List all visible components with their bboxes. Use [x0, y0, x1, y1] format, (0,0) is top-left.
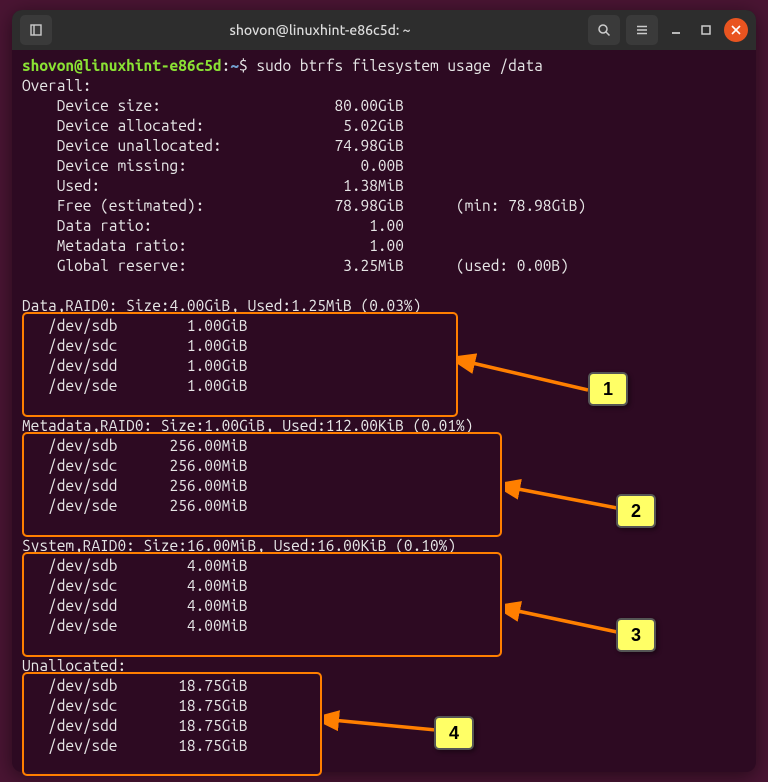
overall-row: Data ratio: 1.00 — [22, 217, 404, 234]
callout-4: 4 — [434, 716, 474, 750]
section-dev-row: /dev/sdb 18.75GiB — [22, 677, 248, 694]
minimize-button[interactable] — [664, 18, 688, 42]
overall-row: Used: 1.38MiB — [22, 177, 404, 194]
window-title: shovon@linuxhint-e86c5d: ~ — [230, 22, 411, 38]
titlebar: shovon@linuxhint-e86c5d: ~ — [12, 10, 756, 50]
section-dev-row: /dev/sdd 18.75GiB — [22, 717, 248, 734]
callout-1: 1 — [588, 372, 628, 406]
overall-row: Device unallocated: 74.98GiB — [22, 137, 404, 154]
section-header: System,RAID0: Size:16.00MiB, Used:16.00K… — [22, 537, 456, 554]
hamburger-icon — [635, 23, 649, 37]
overall-header: Overall: — [22, 77, 91, 94]
overall-row: Device size: 80.00GiB — [22, 97, 404, 114]
overall-row: Free (estimated): 78.98GiB (min: 78.98Gi… — [22, 197, 586, 214]
section-dev-row: /dev/sdd 4.00MiB — [22, 597, 248, 614]
new-tab-button[interactable] — [20, 15, 52, 45]
terminal-body[interactable]: shovon@linuxhint-e86c5d:~$ sudo btrfs fi… — [12, 50, 756, 772]
section-dev-row: /dev/sde 1.00GiB — [22, 377, 248, 394]
overall-row: Device missing: 0.00B — [22, 157, 404, 174]
maximize-icon — [700, 24, 712, 36]
section-dev-row: /dev/sdb 4.00MiB — [22, 557, 248, 574]
prompt-userhost: shovon@linuxhint-e86c5d — [22, 57, 222, 74]
section-dev-row: /dev/sdd 256.00MiB — [22, 477, 248, 494]
prompt-path: ~ — [230, 57, 239, 74]
section-dev-row: /dev/sdc 4.00MiB — [22, 577, 248, 594]
section-dev-row: /dev/sdb 1.00GiB — [22, 317, 248, 334]
section-dev-row: /dev/sdc 256.00MiB — [22, 457, 248, 474]
maximize-button[interactable] — [694, 18, 718, 42]
section-header: Data,RAID0: Size:4.00GiB, Used:1.25MiB (… — [22, 297, 421, 314]
menu-button[interactable] — [626, 15, 658, 45]
overall-row: Global reserve: 3.25MiB (used: 0.00B) — [22, 257, 569, 274]
callout-3: 3 — [616, 618, 656, 652]
close-button[interactable] — [724, 18, 748, 42]
section-dev-row: /dev/sdc 18.75GiB — [22, 697, 248, 714]
section-dev-row: /dev/sdb 256.00MiB — [22, 437, 248, 454]
terminal-window: shovon@linuxhint-e86c5d: ~ shovon@linuxh… — [12, 10, 756, 772]
section-header: Metadata,RAID0: Size:1.00GiB, Used:112.0… — [22, 417, 473, 434]
close-icon — [731, 25, 741, 35]
callout-2: 2 — [616, 494, 656, 528]
command-text: sudo btrfs filesystem usage /data — [256, 57, 542, 74]
overall-row: Device allocated: 5.02GiB — [22, 117, 404, 134]
section-dev-row: /dev/sde 4.00MiB — [22, 617, 248, 634]
section-dev-row: /dev/sde 18.75GiB — [22, 737, 248, 754]
overall-row: Metadata ratio: 1.00 — [22, 237, 404, 254]
section-header: Unallocated: — [22, 657, 126, 674]
minimize-icon — [670, 24, 682, 36]
section-dev-row: /dev/sdc 1.00GiB — [22, 337, 248, 354]
search-icon — [597, 23, 611, 37]
search-button[interactable] — [588, 15, 620, 45]
section-dev-row: /dev/sdd 1.00GiB — [22, 357, 248, 374]
section-dev-row: /dev/sde 256.00MiB — [22, 497, 248, 514]
